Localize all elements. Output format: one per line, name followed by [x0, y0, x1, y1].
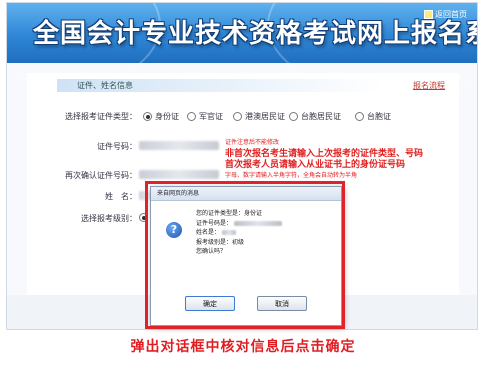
- note-line-1: 非首次报名考生请输入上次报考的证件类型、号码: [225, 149, 424, 159]
- radio-label: 台胞证: [367, 112, 391, 121]
- radio-officer-card[interactable]: 军官证: [187, 111, 223, 122]
- section-label: 证件、姓名信息: [77, 81, 133, 90]
- radio-label: 身份证: [155, 112, 179, 121]
- radio-hk-macau[interactable]: 港澳居民证: [233, 111, 285, 122]
- id-type-label: 选择报考证件类型：: [65, 112, 137, 121]
- radio-dot: [187, 112, 196, 121]
- home-link-label: 返回首页: [435, 10, 467, 19]
- id-number-input[interactable]: [139, 141, 219, 150]
- radio-label: 军官证: [199, 112, 223, 121]
- radio-dot: [289, 112, 298, 121]
- name-label: 姓 名：: [105, 192, 137, 201]
- section-header: 证件、姓名信息: [57, 79, 383, 92]
- radio-label: 台胞居民证: [301, 112, 341, 121]
- note-line-2: 首次报考人员请输入从业证书上的身份证号码: [225, 160, 406, 170]
- id-number-label: 证件号码：: [97, 142, 137, 151]
- radio-dot: [355, 112, 364, 121]
- home-link[interactable]: 返回首页: [424, 9, 467, 20]
- instruction-caption: 弹出对话框中核对信息后点击确定: [130, 339, 356, 355]
- id-number-confirm-label: 再次确认证件号码：: [65, 171, 137, 180]
- radio-dot: [143, 112, 152, 121]
- id-number-confirm-input[interactable]: [139, 170, 219, 179]
- note-small-bottom: 字母、数字请输入半角字符，全角会自动转为半角: [225, 172, 358, 179]
- home-icon: [424, 10, 433, 19]
- radio-taiwan-card[interactable]: 台胞证: [355, 111, 391, 122]
- note-small-top: 证件注意后不能修改: [225, 139, 280, 146]
- help-link[interactable]: 报名流程: [413, 80, 445, 91]
- highlight-box: [145, 181, 345, 329]
- radio-dot: [233, 112, 242, 121]
- site-title: 全国会计专业技术资格考试网上报名系统: [33, 19, 478, 49]
- radio-taiwan-resident[interactable]: 台胞居民证: [289, 111, 341, 122]
- radio-label: 港澳居民证: [245, 112, 285, 121]
- level-label: 选择报考级别：: [81, 214, 137, 223]
- header-banner: 全国会计专业技术资格考试网上报名系统 返回首页: [7, 3, 478, 97]
- radio-id-card[interactable]: 身份证: [143, 111, 179, 122]
